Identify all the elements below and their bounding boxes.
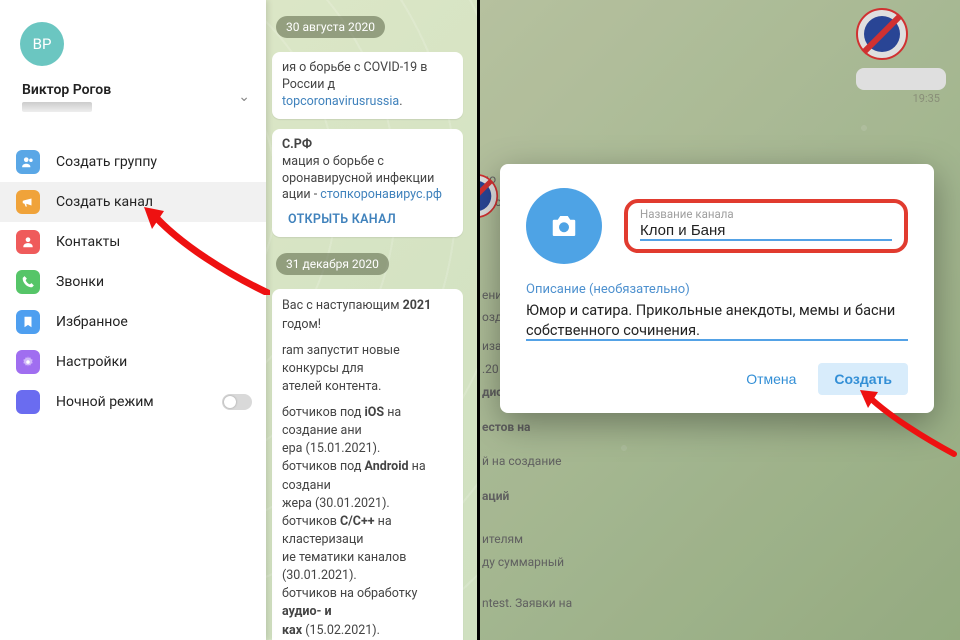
chevron-down-icon: ⌄	[238, 89, 250, 105]
link-stopcorona[interactable]: topcoronavirusrussia	[282, 94, 399, 109]
avatar[interactable]: ВР	[20, 22, 64, 66]
phone-icon	[16, 270, 40, 294]
menu-create-channel[interactable]: Создать канал	[0, 182, 266, 222]
channel-description-input[interactable]	[526, 297, 908, 341]
menu-list: Создать группу Создать канал Контакты	[0, 142, 266, 422]
channel-name-input[interactable]	[640, 220, 892, 241]
create-channel-dialog: Название канала Описание (необязательно)…	[500, 164, 934, 413]
menu-contacts[interactable]: Контакты	[0, 222, 266, 262]
night-mode-toggle[interactable]	[222, 394, 252, 410]
megaphone-icon	[16, 190, 40, 214]
account-switcher[interactable]: Виктор Рогов ⌄	[0, 78, 266, 122]
date-separator: 31 декабря 2020	[276, 253, 389, 275]
menu-item-label: Избранное	[56, 314, 128, 330]
main-menu-sidebar: ВР Виктор Рогов ⌄ Создать группу	[0, 0, 266, 640]
channel-name-field-highlight: Название канала	[624, 199, 908, 254]
menu-item-label: Звонки	[56, 274, 104, 290]
menu-item-label: Настройки	[56, 354, 127, 370]
cancel-button[interactable]: Отмена	[730, 363, 812, 395]
create-button[interactable]: Создать	[818, 363, 908, 395]
menu-item-label: Контакты	[56, 234, 120, 250]
gear-icon	[16, 350, 40, 374]
account-name: Виктор Рогов	[22, 82, 111, 98]
dialog-actions: Отмена Создать	[526, 363, 908, 395]
right-screenshot: 19:35 до срс ение озд иза .20 дис естов …	[480, 0, 960, 640]
menu-create-group[interactable]: Создать группу	[0, 142, 266, 182]
camera-icon	[549, 211, 579, 241]
bookmark-icon	[16, 310, 40, 334]
menu-settings[interactable]: Настройки	[0, 342, 266, 382]
channel-description-label: Описание (необязательно)	[526, 282, 908, 297]
date-separator: 30 августа 2020	[276, 16, 385, 38]
menu-night-mode[interactable]: Ночной режим	[0, 382, 266, 422]
screenshot-pair: 30 августа 2020 ия о борьбе с COVID-19 в…	[0, 0, 960, 640]
left-screenshot: 30 августа 2020 ия о борьбе с COVID-19 в…	[0, 0, 480, 640]
link-stopcorona-rf[interactable]: стопкоронавирус.рф	[320, 187, 442, 202]
person-icon	[16, 230, 40, 254]
chat-column-left: 30 августа 2020 ия о борьбе с COVID-19 в…	[266, 0, 469, 640]
open-channel-button[interactable]: ОТКРЫТЬ КАНАЛ	[282, 204, 453, 229]
menu-item-label: Создать группу	[56, 154, 157, 170]
menu-item-label: Создать канал	[56, 194, 153, 210]
menu-item-label: Ночной режим	[56, 394, 154, 410]
channel-photo-button[interactable]	[526, 188, 602, 264]
message-bubble: С.РФ мация о борьбе с оронавирусной инфе…	[272, 129, 463, 237]
menu-calls[interactable]: Звонки	[0, 262, 266, 302]
message-bubble: ия о борьбе с COVID-19 в России д topcor…	[272, 52, 463, 119]
group-icon	[16, 150, 40, 174]
message-bubble: Вас с наступающим 2021 годом! ram запуст…	[272, 289, 463, 640]
channel-name-label: Название канала	[640, 209, 892, 221]
menu-favorites[interactable]: Избранное	[0, 302, 266, 342]
moon-icon	[16, 390, 40, 414]
account-phone-blurred	[22, 102, 92, 112]
